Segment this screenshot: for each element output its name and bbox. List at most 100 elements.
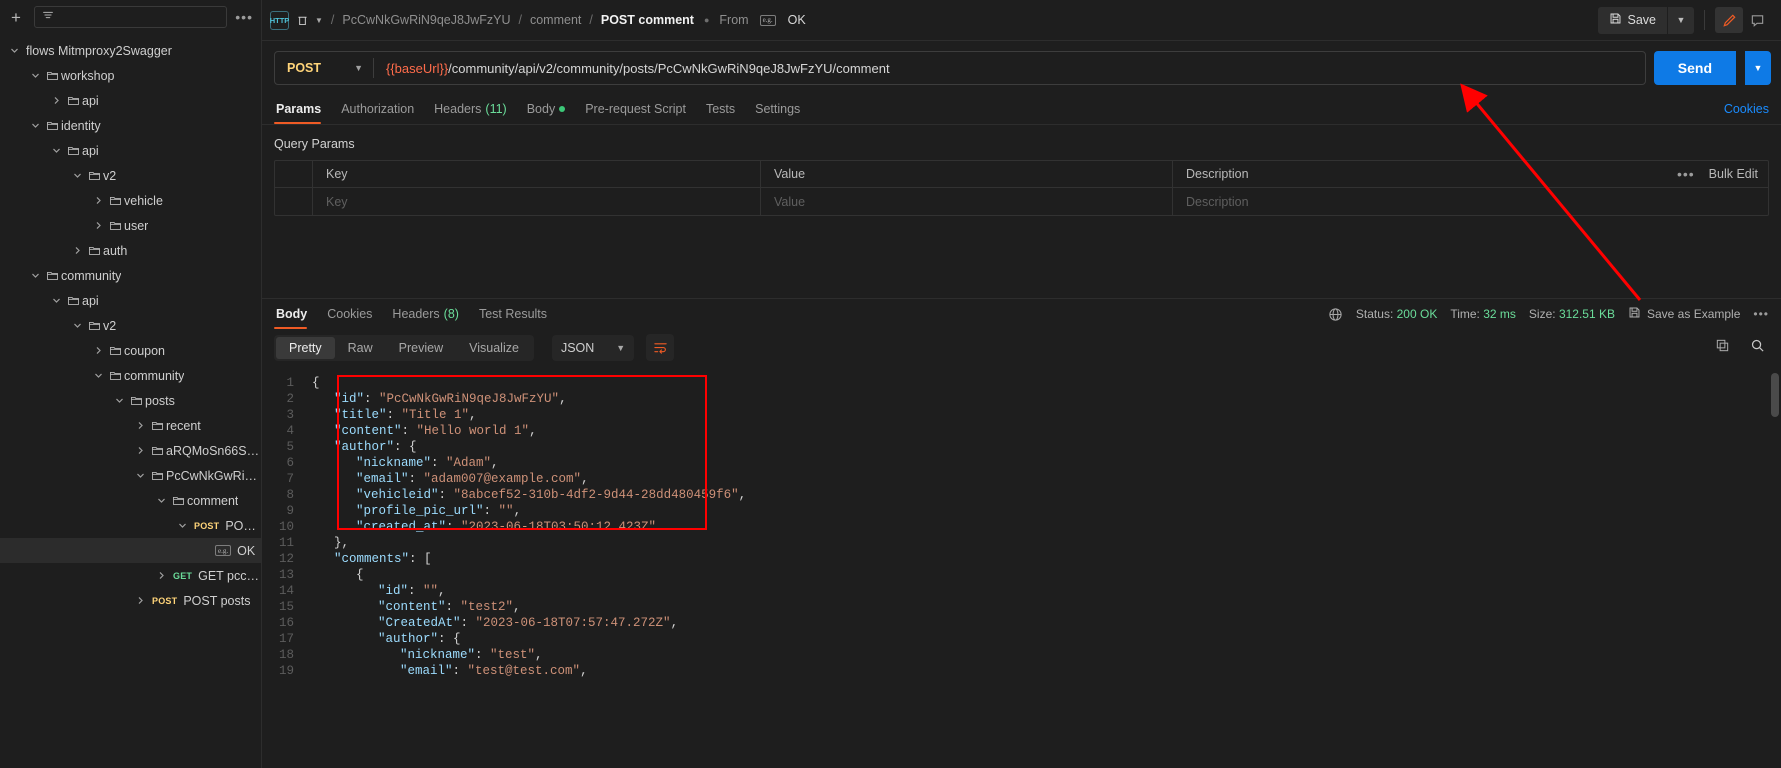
chevron-right-icon[interactable]	[153, 571, 169, 580]
view-mode-raw[interactable]: Raw	[335, 337, 386, 359]
save-options-chevron-down-icon[interactable]: ▼	[1668, 6, 1694, 34]
more-horizontal-icon[interactable]: •••	[1677, 166, 1695, 182]
save-button[interactable]: Save	[1597, 6, 1667, 34]
copy-icon[interactable]	[1715, 338, 1730, 358]
response-scrollbar[interactable]	[1771, 373, 1779, 417]
chevron-down-icon[interactable]	[27, 271, 43, 280]
chevron-down-icon[interactable]	[111, 396, 127, 405]
tree-folder-item[interactable]: api	[0, 138, 261, 163]
response-tab-headers[interactable]: Headers (8)	[382, 307, 469, 329]
tree-folder-item[interactable]: aRQMoSn66SieMUq...	[0, 438, 261, 463]
chevron-down-icon[interactable]	[27, 121, 43, 130]
chevron-down-icon[interactable]	[132, 471, 148, 480]
request-tab-authorization[interactable]: Authorization	[331, 102, 424, 124]
tree-folder-item[interactable]: posts	[0, 388, 261, 413]
breadcrumb-item-current[interactable]: POST comment	[601, 13, 694, 27]
request-tab-pre-request-script[interactable]: Pre-request Script	[575, 102, 696, 124]
request-tab-params[interactable]: Params	[274, 102, 331, 124]
code-line: "title": "Title 1",	[312, 407, 1781, 423]
tree-folder-item[interactable]: vehicle	[0, 188, 261, 213]
chevron-right-icon[interactable]	[90, 196, 106, 205]
http-method-select[interactable]: POST ▼	[275, 52, 373, 84]
row-key-input[interactable]: Key	[313, 188, 761, 215]
chevron-down-icon[interactable]	[27, 71, 43, 80]
tree-item-label: coupon	[124, 343, 166, 358]
tree-folder-item[interactable]: comment	[0, 488, 261, 513]
request-tab-settings[interactable]: Settings	[745, 102, 810, 124]
tree-folder-item[interactable]: api	[0, 288, 261, 313]
chevron-right-icon[interactable]	[132, 421, 148, 430]
tree-folder-item[interactable]: user	[0, 213, 261, 238]
chevron-down-icon[interactable]	[69, 171, 85, 180]
chevron-down-icon[interactable]	[48, 146, 64, 155]
tree-folder-item[interactable]: recent	[0, 413, 261, 438]
send-options-chevron-down-icon[interactable]: ▼	[1745, 51, 1771, 85]
code-token: "title"	[334, 408, 387, 422]
tree-request-item[interactable]: POST POST posts	[0, 588, 261, 613]
comment-icon[interactable]	[1743, 7, 1771, 33]
chevron-down-icon[interactable]	[69, 321, 85, 330]
trash-icon[interactable]	[295, 14, 309, 27]
sidebar-more-icon[interactable]: •••	[235, 9, 253, 25]
response-format-select[interactable]: JSON ▼	[551, 334, 635, 361]
tree-example-item[interactable]: e.g. OK	[0, 538, 261, 563]
view-mode-visualize[interactable]: Visualize	[456, 337, 532, 359]
request-tab-body[interactable]: Body	[517, 102, 576, 124]
tree-folder-item[interactable]: PcCwNkGwRiN9qeJ...	[0, 463, 261, 488]
filter-input[interactable]	[34, 6, 228, 28]
response-tab-cookies[interactable]: Cookies	[317, 307, 382, 329]
breadcrumb-item-1[interactable]: comment	[530, 13, 581, 27]
tree-folder-item[interactable]: auth	[0, 238, 261, 263]
table-row[interactable]: Key Value Description	[275, 188, 1768, 215]
row-checkbox-cell[interactable]	[275, 188, 313, 215]
view-mode-pretty[interactable]: Pretty	[276, 336, 335, 359]
chevron-down-icon[interactable]	[90, 371, 106, 380]
response-tab-test-results[interactable]: Test Results	[469, 307, 557, 329]
request-tab-tests[interactable]: Tests	[696, 102, 745, 124]
tree-folder-item[interactable]: api	[0, 88, 261, 113]
url-input-group: POST ▼ {{baseUrl}}/community/api/v2/comm…	[274, 51, 1646, 85]
row-value-input[interactable]: Value	[761, 188, 1173, 215]
tree-request-item[interactable]: GET GET pccwnkgwrin...	[0, 563, 261, 588]
chevron-right-icon[interactable]	[48, 96, 64, 105]
plus-icon[interactable]: +	[6, 7, 26, 27]
response-body-viewer[interactable]: 1 2 3 4 5 6 7 8 9 10 11 12 13 14 15 16 17 18 19 {"id": "Pc…	[262, 367, 1781, 768]
bulk-edit-button[interactable]: Bulk Edit	[1709, 167, 1758, 181]
tree-folder-item[interactable]: v2	[0, 163, 261, 188]
tree-item-label: auth	[103, 243, 128, 258]
chevron-right-icon[interactable]	[90, 346, 106, 355]
cookies-link[interactable]: Cookies	[1724, 102, 1769, 124]
chevron-down-icon[interactable]	[6, 46, 22, 55]
tree-folder-item[interactable]: identity	[0, 113, 261, 138]
response-more-icon[interactable]: •••	[1753, 307, 1769, 321]
breadcrumb-item-0[interactable]: PcCwNkGwRiN9qeJ8JwFzYU	[342, 13, 510, 27]
tree-folder-item[interactable]: coupon	[0, 338, 261, 363]
chevron-right-icon[interactable]	[132, 446, 148, 455]
chevron-right-icon[interactable]	[132, 596, 148, 605]
url-path: /community/api/v2/community/posts/PcCwNk…	[448, 60, 890, 76]
chevron-down-icon[interactable]	[174, 521, 190, 530]
tree-folder-item[interactable]: community	[0, 363, 261, 388]
row-description-input[interactable]: Description	[1173, 188, 1768, 215]
request-tab-headers[interactable]: Headers (11)	[424, 102, 517, 124]
response-tab-body[interactable]: Body	[274, 307, 317, 329]
save-as-example-button[interactable]: Save as Example	[1628, 306, 1740, 322]
tree-folder-item[interactable]: workshop	[0, 63, 261, 88]
tree-request-item[interactable]: POST POST comment	[0, 513, 261, 538]
chevron-right-icon[interactable]	[69, 246, 85, 255]
tree-folder-item[interactable]: community	[0, 263, 261, 288]
tree-collection-item[interactable]: flows Mitmproxy2Swagger	[0, 38, 261, 63]
chevron-down-icon[interactable]	[153, 496, 169, 505]
tree-folder-item[interactable]: v2	[0, 313, 261, 338]
send-button[interactable]: Send	[1653, 51, 1736, 85]
response-body-code[interactable]: {"id": "PcCwNkGwRiN9qeJ8JwFzYU", "title":…	[302, 367, 1781, 768]
select-all-cell[interactable]	[275, 161, 313, 187]
search-icon[interactable]	[1750, 338, 1765, 358]
pencil-icon[interactable]	[1715, 7, 1743, 33]
url-input[interactable]: {{baseUrl}}/community/api/v2/community/p…	[374, 61, 1645, 76]
view-mode-preview[interactable]: Preview	[386, 337, 456, 359]
chevron-right-icon[interactable]	[90, 221, 106, 230]
chevron-down-icon[interactable]	[48, 296, 64, 305]
chevron-down-icon[interactable]: ▼	[315, 16, 323, 25]
text-wrap-icon[interactable]	[646, 334, 675, 361]
